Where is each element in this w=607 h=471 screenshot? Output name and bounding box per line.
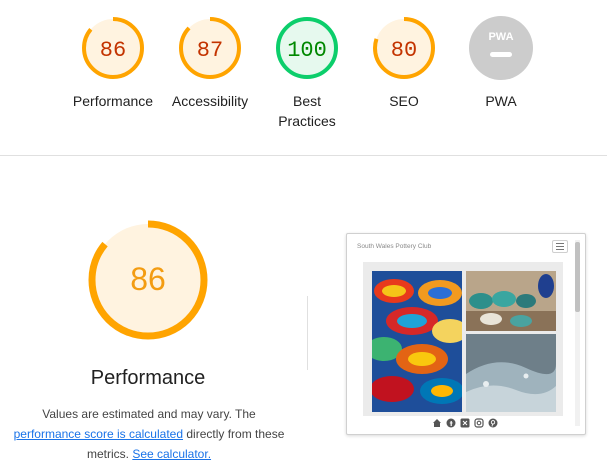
accessibility-label: Accessibility	[171, 93, 249, 109]
performance-title: Performance	[90, 367, 206, 389]
glazed-pottery-image	[466, 334, 556, 412]
gauge-performance[interactable]: 86 Performance	[63, 16, 163, 111]
performance-score-calculated-link[interactable]: performance score is calculated	[14, 427, 183, 441]
pwa-badge-icon: PWA	[469, 16, 533, 80]
seo-gauge-ring: 80	[373, 17, 435, 79]
site-name: South Wales Pottery Club	[357, 243, 432, 250]
best-practices-label-line1: Best	[292, 93, 321, 109]
instagram-icon	[473, 417, 484, 428]
gauge-best-practices[interactable]: 100 Best Practices	[257, 16, 357, 131]
home-icon	[431, 417, 442, 428]
performance-gauge-ring: 86	[82, 17, 144, 79]
performance-large-score: 86	[130, 261, 166, 297]
performance-label: Performance	[72, 93, 154, 109]
gauge-seo[interactable]: 80 SEO	[354, 16, 454, 111]
see-calculator-link[interactable]: See calculator.	[132, 447, 211, 461]
teal-bowls-image	[466, 271, 556, 331]
scrollbar	[575, 240, 580, 426]
social-icons-row	[431, 417, 498, 429]
photo-collage	[363, 262, 563, 416]
pwa-badge-text: PWA	[488, 31, 513, 43]
colorful-bowls-image	[372, 271, 462, 412]
gauge-pwa[interactable]: PWA PWA	[451, 16, 551, 111]
x-twitter-icon	[459, 417, 470, 428]
best-practices-score: 100	[287, 38, 327, 63]
best-practices-label: Best Practices	[257, 91, 357, 131]
performance-description: Values are estimated and may vary. The p…	[8, 404, 290, 464]
vertical-divider	[307, 296, 308, 370]
score-gauges-row: 86 Performance 87 Accessibility 100 Best…	[0, 0, 607, 155]
performance-score: 86	[100, 38, 126, 63]
seo-score: 80	[391, 38, 417, 63]
best-practices-label-line2: Practices	[278, 113, 336, 129]
performance-large-gauge: 86	[88, 220, 208, 340]
facebook-icon	[445, 417, 456, 428]
gauge-accessibility[interactable]: 87 Accessibility	[160, 16, 260, 111]
pinterest-icon	[487, 417, 498, 428]
pwa-label: PWA	[485, 93, 517, 109]
hamburger-menu-icon	[552, 240, 568, 253]
section-divider	[0, 155, 607, 156]
performance-description-text1: Values are estimated and may vary. The	[42, 407, 256, 421]
best-practices-gauge-ring: 100	[276, 17, 338, 79]
accessibility-gauge-ring: 87	[179, 17, 241, 79]
accessibility-score: 87	[197, 38, 223, 63]
seo-label: SEO	[389, 93, 419, 109]
final-screenshot-thumbnail[interactable]: South Wales Pottery Club	[346, 233, 586, 435]
